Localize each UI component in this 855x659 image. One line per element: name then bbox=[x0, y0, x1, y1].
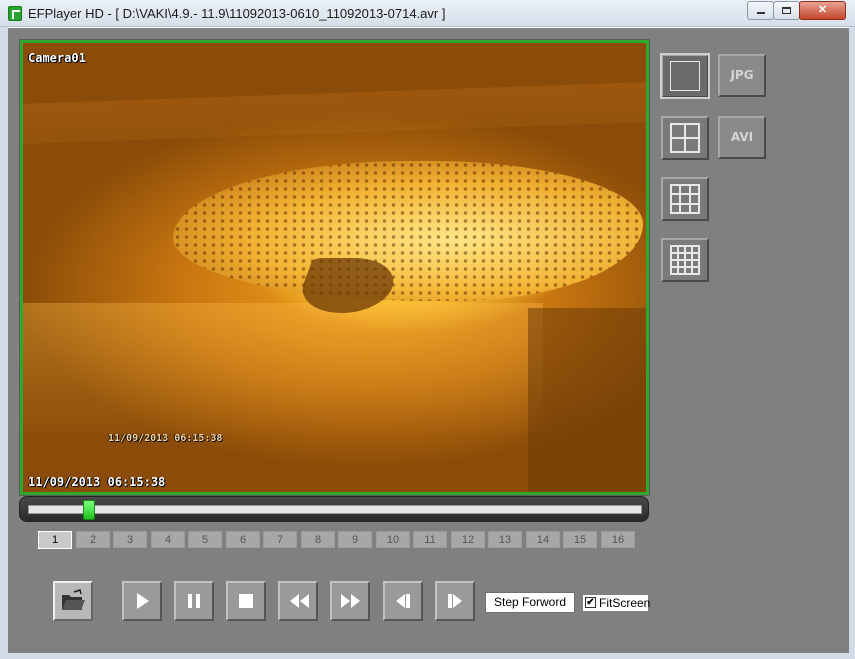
layout-3x3-button[interactable] bbox=[661, 177, 709, 221]
channel-tab-9[interactable]: 9 bbox=[338, 531, 372, 548]
pause-button[interactable] bbox=[174, 581, 214, 621]
open-file-button[interactable] bbox=[53, 581, 93, 621]
fit-screen-label: FitScreen bbox=[599, 596, 651, 610]
pause-icon bbox=[188, 594, 200, 608]
fast-forward-icon bbox=[341, 594, 360, 608]
channel-tab-15[interactable]: 15 bbox=[563, 531, 597, 548]
maximize-icon bbox=[782, 6, 791, 14]
channel-tab-2[interactable]: 2 bbox=[76, 531, 110, 548]
close-button[interactable]: ✕ bbox=[799, 1, 846, 20]
layout-2x2-button[interactable] bbox=[661, 116, 709, 160]
embedded-timestamp: 11/09/2013 06:15:38 bbox=[108, 433, 223, 444]
channel-tab-14[interactable]: 14 bbox=[526, 531, 560, 548]
single-view-icon bbox=[670, 61, 700, 91]
rewind-button[interactable] bbox=[278, 581, 318, 621]
seek-bar[interactable] bbox=[19, 496, 649, 522]
channel-tab-13[interactable]: 13 bbox=[488, 531, 522, 548]
avi-export-button[interactable]: AVI bbox=[718, 116, 766, 159]
step-forward-icon bbox=[448, 594, 462, 608]
minimize-button[interactable] bbox=[747, 1, 774, 20]
channel-tab-1[interactable]: 1 bbox=[38, 531, 72, 549]
channel-tab-5[interactable]: 5 bbox=[188, 531, 222, 548]
rewind-icon bbox=[290, 594, 309, 608]
title-bar: EFPlayer HD - [ D:\VAKI\4.9.- 11.9\11092… bbox=[0, 0, 855, 27]
channel-tab-4[interactable]: 4 bbox=[151, 531, 185, 548]
grid-4x4-icon bbox=[670, 245, 700, 275]
fit-screen-checkbox[interactable]: ✔ FitScreen bbox=[583, 595, 651, 611]
channel-tab-10[interactable]: 10 bbox=[376, 531, 410, 548]
video-frame: Camera01 11/09/2013 06:15:38 11/09/2013 … bbox=[23, 43, 646, 492]
channel-tab-8[interactable]: 8 bbox=[301, 531, 335, 548]
channel-tab-12[interactable]: 12 bbox=[451, 531, 485, 548]
video-timestamp: 11/09/2013 06:15:38 bbox=[28, 475, 166, 489]
window-title: EFPlayer HD - [ D:\VAKI\4.9.- 11.9\11092… bbox=[28, 6, 446, 21]
jpg-snapshot-button[interactable]: JPG bbox=[718, 54, 766, 97]
layout-1x1-button[interactable] bbox=[660, 53, 710, 99]
fish-image bbox=[173, 161, 643, 301]
play-icon bbox=[137, 593, 149, 609]
channel-tab-16[interactable]: 16 bbox=[601, 531, 635, 548]
video-scene-shelf bbox=[23, 303, 543, 433]
step-back-icon bbox=[396, 594, 410, 608]
window-frame-right bbox=[849, 27, 855, 659]
channel-tab-6[interactable]: 6 bbox=[226, 531, 260, 548]
window-frame-bottom bbox=[0, 653, 855, 659]
stop-button[interactable] bbox=[226, 581, 266, 621]
seek-thumb[interactable] bbox=[83, 500, 95, 520]
minimize-icon bbox=[756, 12, 765, 15]
close-icon: ✕ bbox=[817, 4, 828, 16]
video-panel[interactable]: Camera01 11/09/2013 06:15:38 11/09/2013 … bbox=[19, 39, 650, 496]
fast-forward-button[interactable] bbox=[330, 581, 370, 621]
grid-2x2-icon bbox=[670, 123, 700, 153]
channel-tab-11[interactable]: 11 bbox=[413, 531, 447, 548]
layout-4x4-button[interactable] bbox=[661, 238, 709, 282]
channel-tab-3[interactable]: 3 bbox=[113, 531, 147, 548]
camera-label: Camera01 bbox=[28, 51, 86, 65]
video-scene-band bbox=[23, 82, 646, 144]
stop-icon bbox=[239, 594, 253, 608]
maximize-button[interactable] bbox=[773, 1, 800, 20]
grid-3x3-icon bbox=[670, 184, 700, 214]
folder-icon bbox=[62, 589, 85, 610]
channel-tab-7[interactable]: 7 bbox=[263, 531, 297, 548]
video-scene-post bbox=[528, 308, 646, 492]
step-back-button[interactable] bbox=[383, 581, 423, 621]
fit-screen-check-icon[interactable]: ✔ bbox=[585, 597, 596, 608]
seek-track[interactable] bbox=[28, 505, 642, 514]
play-button[interactable] bbox=[122, 581, 162, 621]
window-frame-left bbox=[0, 27, 8, 659]
step-forward-button[interactable] bbox=[435, 581, 475, 621]
step-forword-button[interactable]: Step Forword bbox=[485, 592, 575, 613]
app-icon bbox=[8, 6, 22, 21]
